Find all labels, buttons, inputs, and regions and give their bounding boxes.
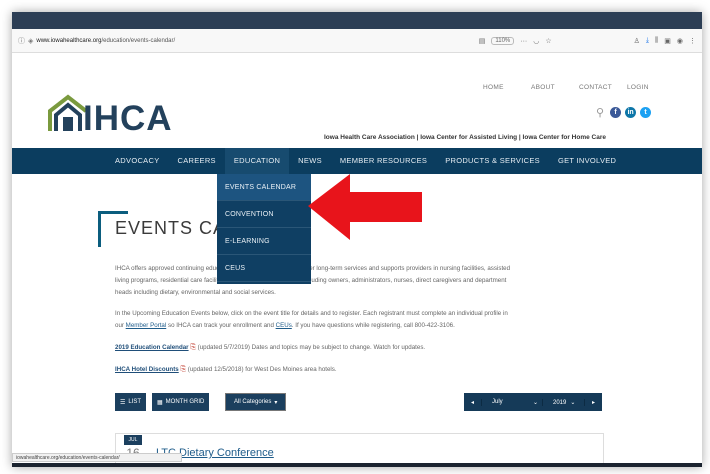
event-month-badge: JUL bbox=[124, 435, 142, 445]
pocket-icon[interactable]: ◡ bbox=[533, 37, 539, 45]
calendar-line: 2019 Education Calendar ⎘ (updated 5/7/2… bbox=[115, 342, 605, 354]
nav-careers[interactable]: CAREERS bbox=[169, 148, 225, 174]
download-icon[interactable]: ⤓ bbox=[646, 37, 649, 45]
categories-dropdown[interactable]: All Categories ▾ bbox=[225, 393, 287, 411]
month-grid-label: MONTH GRID bbox=[165, 399, 205, 405]
info-icon[interactable]: ⓘ bbox=[18, 36, 25, 46]
education-dropdown-menu: EVENTS CALENDAR CONVENTION E-LEARNING CE… bbox=[217, 174, 311, 284]
status-bar-url: iowahealthcare.org/education/events-cale… bbox=[12, 453, 182, 462]
month-label: July bbox=[492, 398, 503, 405]
year-caret-icon: ⌄ bbox=[570, 399, 576, 406]
facebook-icon[interactable]: f bbox=[610, 107, 622, 118]
main-nav: ADVOCACY CAREERS EDUCATION NEWS MEMBER R… bbox=[12, 148, 702, 174]
month-grid-button[interactable]: ▦ MONTH GRID bbox=[152, 393, 210, 411]
register-paragraph: In the Upcoming Education Events below, … bbox=[115, 308, 605, 332]
education-calendar-link[interactable]: 2019 Education Calendar bbox=[115, 344, 189, 351]
event-card: JUL 16 LTC Dietary Conference bbox=[115, 433, 604, 467]
bookmark-star-icon[interactable]: ☆ bbox=[545, 37, 551, 45]
top-link-contact[interactable]: CONTACT bbox=[579, 84, 627, 91]
register-line-1: In the Upcoming Education Events below, … bbox=[115, 310, 508, 317]
top-link-about[interactable]: ABOUT bbox=[531, 84, 579, 91]
dropdown-item-convention[interactable]: CONVENTION bbox=[217, 201, 311, 228]
member-portal-link[interactable]: Member Portal bbox=[126, 322, 167, 329]
extension-icon[interactable]: ◉ bbox=[677, 37, 683, 45]
logo-text: IHCA bbox=[83, 99, 173, 138]
reader-icon[interactable]: ▤ bbox=[479, 37, 486, 45]
linkedin-icon[interactable]: in bbox=[625, 107, 637, 118]
calendar-icon: ▦ bbox=[157, 399, 163, 406]
categories-label: All Categories bbox=[234, 399, 272, 405]
browser-top-strip bbox=[12, 12, 702, 29]
next-month-icon[interactable]: ▸ bbox=[584, 398, 602, 406]
url-text[interactable]: www.iowahealthcare.org/education/events-… bbox=[36, 38, 175, 44]
register-text-a: our bbox=[115, 322, 126, 329]
prev-month-icon[interactable]: ◂ bbox=[464, 398, 482, 406]
nav-advocacy[interactable]: ADVOCACY bbox=[106, 148, 169, 174]
sidebar-icon[interactable]: ▣ bbox=[664, 37, 671, 45]
top-links: HOME ABOUT CONTACT LOGIN bbox=[483, 84, 675, 91]
dropdown-item-ceus[interactable]: CEUS bbox=[217, 255, 311, 282]
more-icon[interactable]: ··· bbox=[520, 38, 527, 45]
dropdown-item-e-learning[interactable]: E-LEARNING bbox=[217, 228, 311, 255]
calendar-note: (updated 5/7/2019) Dates and topics may … bbox=[197, 344, 426, 351]
nav-member-resources[interactable]: MEMBER RESOURCES bbox=[331, 148, 436, 174]
register-text-c: . If you have questions while registerin… bbox=[291, 322, 455, 329]
account-icon[interactable]: ♙ bbox=[634, 37, 640, 45]
register-line-2: our Member Portal so IHCA can track your… bbox=[115, 320, 605, 332]
menu-icon[interactable]: ⋮ bbox=[689, 37, 696, 45]
year-select[interactable]: 2019 ⌄ bbox=[542, 398, 584, 406]
address-bar-actions: ▤ 110% ··· ◡ ☆ ♙ ⤓ ⫼ ▣ ◉ ⋮ bbox=[479, 29, 702, 53]
pdf-icon: ⎘ bbox=[180, 366, 187, 373]
browser-window: ⓘ ◈ www.iowahealthcare.org/education/eve… bbox=[12, 12, 702, 467]
nav-education[interactable]: EDUCATION bbox=[224, 148, 290, 174]
intro-line-1: IHCA offers approved continuing educatio… bbox=[115, 265, 511, 272]
zoom-level[interactable]: 110% bbox=[491, 37, 515, 45]
caret-down-icon: ▾ bbox=[274, 399, 278, 406]
twitter-icon[interactable]: t bbox=[640, 107, 652, 118]
hotel-line: IHCA Hotel Discounts ⎘ (updated 12/5/201… bbox=[115, 364, 605, 376]
nav-news[interactable]: NEWS bbox=[289, 148, 331, 174]
site-header: HOME ABOUT CONTACT LOGIN IHCA ⚲ f in t I… bbox=[12, 53, 702, 160]
title-accent-top bbox=[98, 211, 128, 214]
title-accent-bar bbox=[98, 211, 101, 247]
ceus-link[interactable]: CEUs bbox=[276, 322, 292, 329]
pdf-icon: ⎘ bbox=[190, 344, 196, 351]
nav-get-involved[interactable]: GET INVOLVED bbox=[549, 148, 625, 174]
ihca-logo[interactable]: IHCA bbox=[46, 93, 186, 138]
top-link-home[interactable]: HOME bbox=[483, 84, 531, 91]
tagline: Iowa Health Care Association | Iowa Cent… bbox=[324, 134, 606, 141]
search-icon[interactable]: ⚲ bbox=[596, 106, 604, 119]
list-label: LIST bbox=[128, 399, 142, 405]
top-link-login[interactable]: LOGIN bbox=[627, 84, 675, 91]
list-icon: ☰ bbox=[120, 399, 126, 406]
address-bar[interactable]: ⓘ ◈ www.iowahealthcare.org/education/eve… bbox=[12, 29, 702, 53]
lock-icon: ◈ bbox=[28, 37, 34, 45]
social-icons: ⚲ f in t bbox=[596, 106, 652, 119]
month-year-selector: ◂ July ⌄ 2019 ⌄ ▸ bbox=[464, 393, 602, 411]
library-icon[interactable]: ⫼ bbox=[655, 37, 658, 45]
month-caret-icon: ⌄ bbox=[532, 399, 538, 406]
dropdown-item-events-calendar[interactable]: EVENTS CALENDAR bbox=[217, 174, 311, 201]
pointer-arrow-icon bbox=[308, 174, 422, 240]
os-taskbar bbox=[12, 463, 702, 467]
month-select[interactable]: July ⌄ bbox=[482, 399, 542, 406]
nav-products-services[interactable]: PRODUCTS & SERVICES bbox=[436, 148, 549, 174]
hotel-note: (updated 12/5/2018) for West Des Moines … bbox=[187, 366, 337, 373]
register-text-b: so IHCA can track your enrollment and bbox=[166, 322, 276, 329]
intro-line-3: heads including dietary, environmental a… bbox=[115, 289, 276, 296]
year-label: 2019 bbox=[553, 399, 567, 406]
intro-paragraph: IHCA offers approved continuing educatio… bbox=[115, 263, 605, 299]
intro-line-2: living programs, residential care facili… bbox=[115, 277, 507, 284]
hotel-discounts-link[interactable]: IHCA Hotel Discounts bbox=[115, 366, 179, 373]
list-view-button[interactable]: ☰ LIST bbox=[115, 393, 147, 411]
